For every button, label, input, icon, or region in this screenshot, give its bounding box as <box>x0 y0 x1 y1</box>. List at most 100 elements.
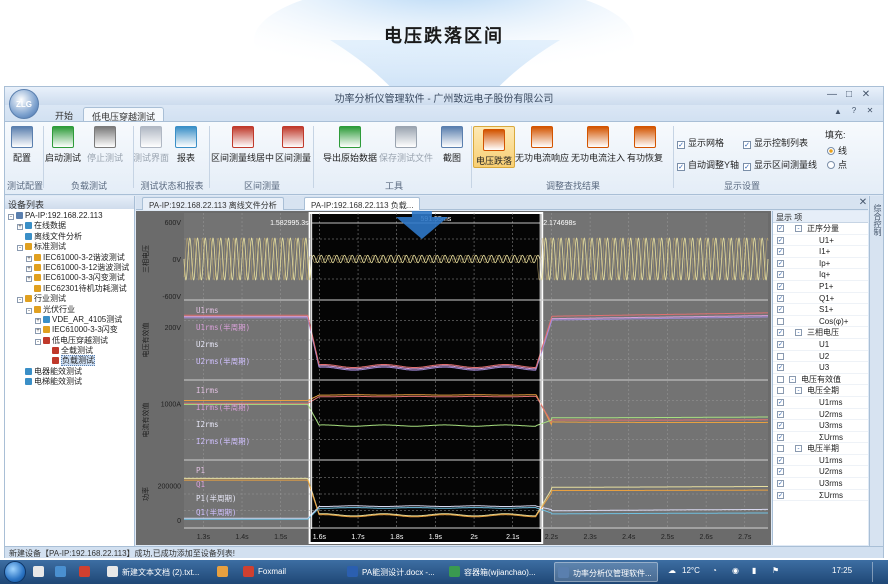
ribbon-button-2[interactable]: 启动测试 <box>45 126 81 164</box>
channel-row[interactable]: ✓ U1rms <box>773 455 868 467</box>
ribbon-button-9[interactable]: 保存测试文件 <box>379 126 433 164</box>
collapse-icon[interactable]: - <box>35 338 41 345</box>
checkbox-icon[interactable]: ✓ <box>777 340 784 348</box>
minimize-icon[interactable]: — <box>825 89 839 100</box>
channel-row[interactable]: ✓ P1+ <box>773 281 868 293</box>
collapse-icon[interactable]: - <box>17 297 23 304</box>
side-strip[interactable]: 综合控制 <box>869 196 883 546</box>
collapse-icon[interactable]: - <box>795 387 802 395</box>
flag-icon[interactable]: ⚑ <box>772 566 779 575</box>
tree-node[interactable]: 负载测试 <box>5 355 134 367</box>
channel-row[interactable]: ✓ U1rms <box>773 397 868 409</box>
channel-row[interactable]: - 电压半期 <box>773 443 868 455</box>
tree-node[interactable]: + VDE_AR_4105测试 <box>5 315 134 325</box>
channel-row[interactable]: ✓ U2rms <box>773 409 868 421</box>
maximize-icon[interactable]: □ <box>842 89 856 100</box>
checkbox-icon[interactable]: ✓ <box>777 294 784 302</box>
channel-row[interactable]: Cos(φ)+ <box>773 316 868 328</box>
channel-row[interactable]: ✓ Iq+ <box>773 269 868 281</box>
tab-home[interactable]: 开始 <box>47 107 81 121</box>
battery-icon[interactable]: ▮ <box>752 566 756 575</box>
channel-row[interactable]: ✓ - 三相电压 <box>773 327 868 339</box>
expand-icon[interactable]: + <box>26 265 32 272</box>
checkbox-icon[interactable] <box>777 375 784 383</box>
quick-launch-icon[interactable] <box>30 562 50 582</box>
taskbar-item[interactable]: PA能测设计.docx -... <box>344 562 442 582</box>
document-tab[interactable]: PA-IP:192.168.22.113 离线文件分析 <box>142 197 284 210</box>
channel-row[interactable]: ✓ U1 <box>773 339 868 351</box>
ribbon-button-14[interactable]: 有功恢复 <box>627 126 663 164</box>
tree-node[interactable]: IEC62301待机功耗测试 <box>5 284 134 294</box>
channel-row[interactable]: ✓ U3rms <box>773 478 868 490</box>
collapse-icon[interactable]: - <box>795 329 802 337</box>
waveform-chart[interactable]: 1.3s 1.4s 1.5s 1.6s 1.7s 1.8s 1.9s 2s 2.1s 2.2s 2.… <box>136 211 771 545</box>
channel-row[interactable]: ✓ I1+ <box>773 246 868 258</box>
checkbox-icon[interactable]: ✓ <box>777 271 784 279</box>
expand-icon[interactable]: + <box>26 276 32 283</box>
checkbox-icon[interactable]: ✓ <box>777 329 784 337</box>
tree-node[interactable]: - 标准测试 <box>5 242 134 252</box>
app-menu-button[interactable]: ZLG <box>9 89 39 119</box>
tree-node[interactable]: 离线文件分析 <box>5 232 134 242</box>
taskbar-item[interactable]: Foxmail <box>240 562 340 582</box>
tree-node[interactable]: 电器能效测试 <box>5 367 134 377</box>
collapse-icon[interactable]: - <box>789 375 796 383</box>
expand-icon[interactable]: + <box>26 255 32 262</box>
close-tab-icon[interactable]: ✕ <box>856 197 870 208</box>
ribbon-button-3[interactable]: 停止测试 <box>87 126 123 164</box>
expand-icon[interactable]: + <box>35 317 41 324</box>
ribbon-button-6[interactable]: 区间测量线居中 <box>211 126 274 164</box>
tree-node[interactable]: 电梯能效测试 <box>5 377 134 387</box>
collapse-icon[interactable]: - <box>795 225 802 232</box>
tree-node[interactable]: + IEC61000-3-12谐波测试 <box>5 263 134 273</box>
ribbon-button-4[interactable]: 测试界面 <box>133 126 169 164</box>
checkbox-icon[interactable]: ✓ <box>777 480 784 488</box>
ribbon-button-1[interactable]: 配置 <box>11 126 33 164</box>
expand-icon[interactable]: + <box>17 224 23 231</box>
collapse-icon[interactable]: - <box>17 245 23 252</box>
checkbox-icon[interactable]: ✓ <box>777 282 784 290</box>
channel-row[interactable]: - 电压全期 <box>773 385 868 397</box>
channel-row[interactable]: U2 <box>773 351 868 363</box>
plot-area[interactable]: 1.3s 1.4s 1.5s 1.6s 1.7s 1.8s 1.9s 2s 2.1s 2.2s 2.… <box>136 211 771 545</box>
checkbox-icon[interactable] <box>777 387 784 395</box>
collapse-icon[interactable]: - <box>795 445 802 453</box>
collapse-icon[interactable]: - <box>26 307 32 314</box>
channel-row[interactable]: - 电压有效值 <box>773 374 868 386</box>
weather-temp[interactable]: 12°C <box>682 566 700 575</box>
checkbox-icon[interactable]: ✓ <box>777 456 784 464</box>
checkbox-icon[interactable]: ✓ <box>777 398 784 406</box>
tree-node[interactable]: - 光伏行业 <box>5 305 134 315</box>
tree-node[interactable]: - 低电压穿越测试 <box>5 336 134 346</box>
channel-row[interactable]: ✓ U3 <box>773 362 868 374</box>
display-checkbox[interactable]: ✓ 显示区间测量线 <box>743 158 817 171</box>
tree-node[interactable]: + IEC61000-3-3闪变 <box>5 325 134 335</box>
channel-row[interactable]: ✓ ΣUrms <box>773 432 868 444</box>
tree-node[interactable]: + IEC61000-3-2谐波测试 <box>5 253 134 263</box>
ribbon-button-12[interactable]: 无功电流响应 <box>515 126 569 164</box>
ribbon-button-13[interactable]: 无功电流注入 <box>571 126 625 164</box>
channel-row[interactable]: ✓ U3rms <box>773 420 868 432</box>
quick-launch-icon[interactable] <box>52 562 72 582</box>
checkbox-icon[interactable]: ✓ <box>777 468 784 476</box>
taskbar-item[interactable]: 功率分析仪管理软件... <box>554 562 658 582</box>
document-tab[interactable]: PA-IP:192.168.22.113 负载... <box>304 197 421 210</box>
quick-launch-icon[interactable] <box>76 562 96 582</box>
collapse-icon[interactable]: - <box>8 214 14 220</box>
channel-row[interactable]: ✓ U1+ <box>773 235 868 247</box>
tree-node[interactable]: + IEC61000-3-3闪变测试 <box>5 273 134 283</box>
ribbon-close-icon[interactable]: ✕ <box>863 106 877 115</box>
clock[interactable]: 17:25 <box>832 566 852 575</box>
taskbar-item[interactable] <box>214 562 236 582</box>
ribbon-button-7[interactable]: 区间测量 <box>275 126 311 164</box>
tree-node[interactable]: + 在线数据 <box>5 221 134 231</box>
display-checkbox[interactable]: ✓ 显示网格 <box>677 136 724 149</box>
checkbox-icon[interactable]: ✓ <box>777 410 784 418</box>
ribbon-button-10[interactable]: 截图 <box>441 126 463 164</box>
checkbox-icon[interactable]: ✓ <box>777 259 784 267</box>
checkbox-icon[interactable]: ✓ <box>777 433 784 441</box>
channel-row[interactable]: ✓ Ip+ <box>773 258 868 270</box>
checkbox-icon[interactable] <box>777 352 784 360</box>
taskbar-item[interactable]: 新建文本文档 (2).txt... <box>104 562 210 582</box>
checkbox-icon[interactable]: ✓ <box>777 225 784 232</box>
